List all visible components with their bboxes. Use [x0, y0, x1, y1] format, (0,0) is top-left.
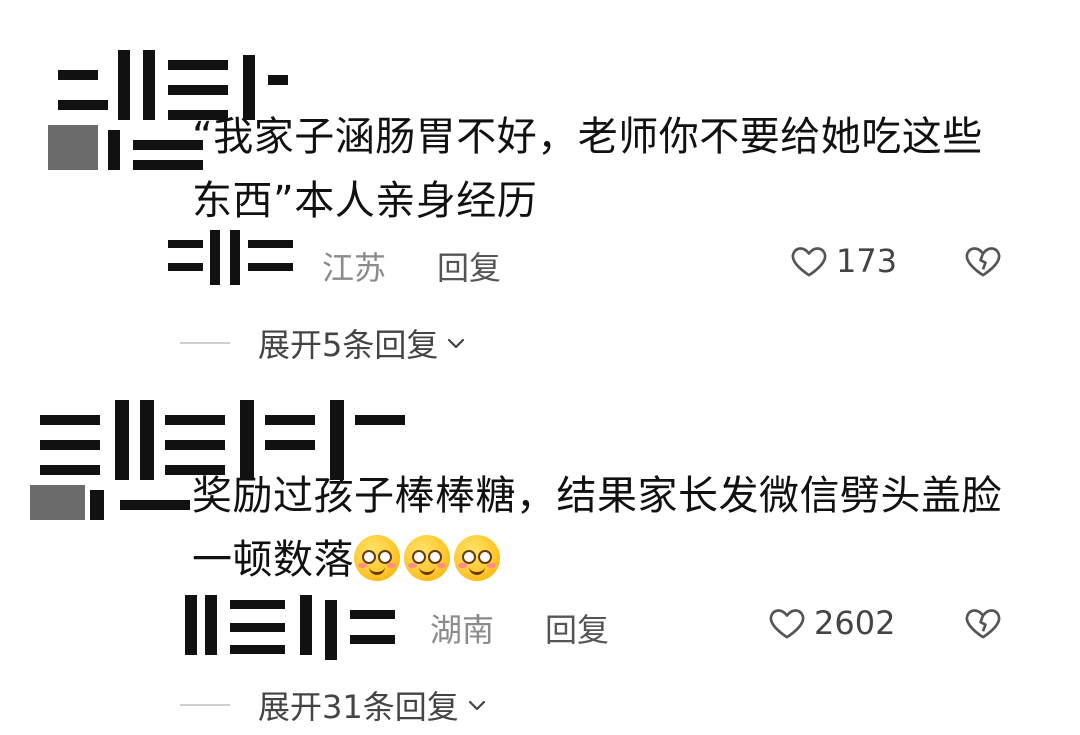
broken-heart-icon: [965, 609, 1001, 639]
dislike-button[interactable]: [962, 241, 1004, 285]
like-button[interactable]: 173: [788, 241, 897, 281]
comment-text: “我家子涵肠胃不好，老师你不要给她吃这些 东西”本人亲身经历: [192, 105, 1022, 233]
divider-line: [180, 342, 230, 344]
comment-text-line: 奖励过孩子棒棒糖，结果家长发微信劈头盖脸: [192, 473, 1002, 519]
dislike-button[interactable]: [962, 603, 1004, 647]
broken-heart-icon: [965, 247, 1001, 277]
expand-replies[interactable]: 展开5条回复: [180, 320, 468, 366]
chevron-down-icon: [448, 338, 465, 349]
expand-replies[interactable]: 展开31条回复: [180, 682, 489, 728]
comment-text-tail: 一顿数落: [192, 537, 354, 583]
username-redacted[interactable]: [160, 225, 300, 290]
heart-outline-icon: [791, 247, 827, 277]
comment-text-line: 一顿数落: [192, 528, 1022, 592]
like-count: 2602: [814, 604, 896, 642]
divider-line: [180, 704, 230, 706]
reply-button[interactable]: 回复: [437, 243, 501, 289]
heart-outline-icon: [769, 609, 805, 639]
comment-text: 奖励过孩子棒棒糖，结果家长发微信劈头盖脸 一顿数落: [192, 464, 1022, 592]
like-count: 173: [836, 242, 898, 280]
username-redacted[interactable]: [175, 585, 405, 665]
smiling-face-emoji-icon: [454, 535, 500, 581]
like-button[interactable]: 2602: [766, 603, 895, 643]
chevron-down-icon: [468, 700, 485, 711]
smiling-face-emoji-icon: [354, 535, 400, 581]
comment-text-line: “我家子涵肠胃不好，老师你不要给她吃这些: [192, 114, 983, 160]
location-label: 湖南: [430, 611, 495, 649]
expand-label: 展开31条回复: [258, 688, 459, 726]
expand-label: 展开5条回复: [258, 326, 439, 364]
smiling-face-emoji-icon: [404, 535, 450, 581]
location-label: 江苏: [322, 249, 387, 287]
reply-button[interactable]: 回复: [545, 605, 609, 651]
comment-text-line: 东西”本人亲身经历: [192, 178, 538, 224]
